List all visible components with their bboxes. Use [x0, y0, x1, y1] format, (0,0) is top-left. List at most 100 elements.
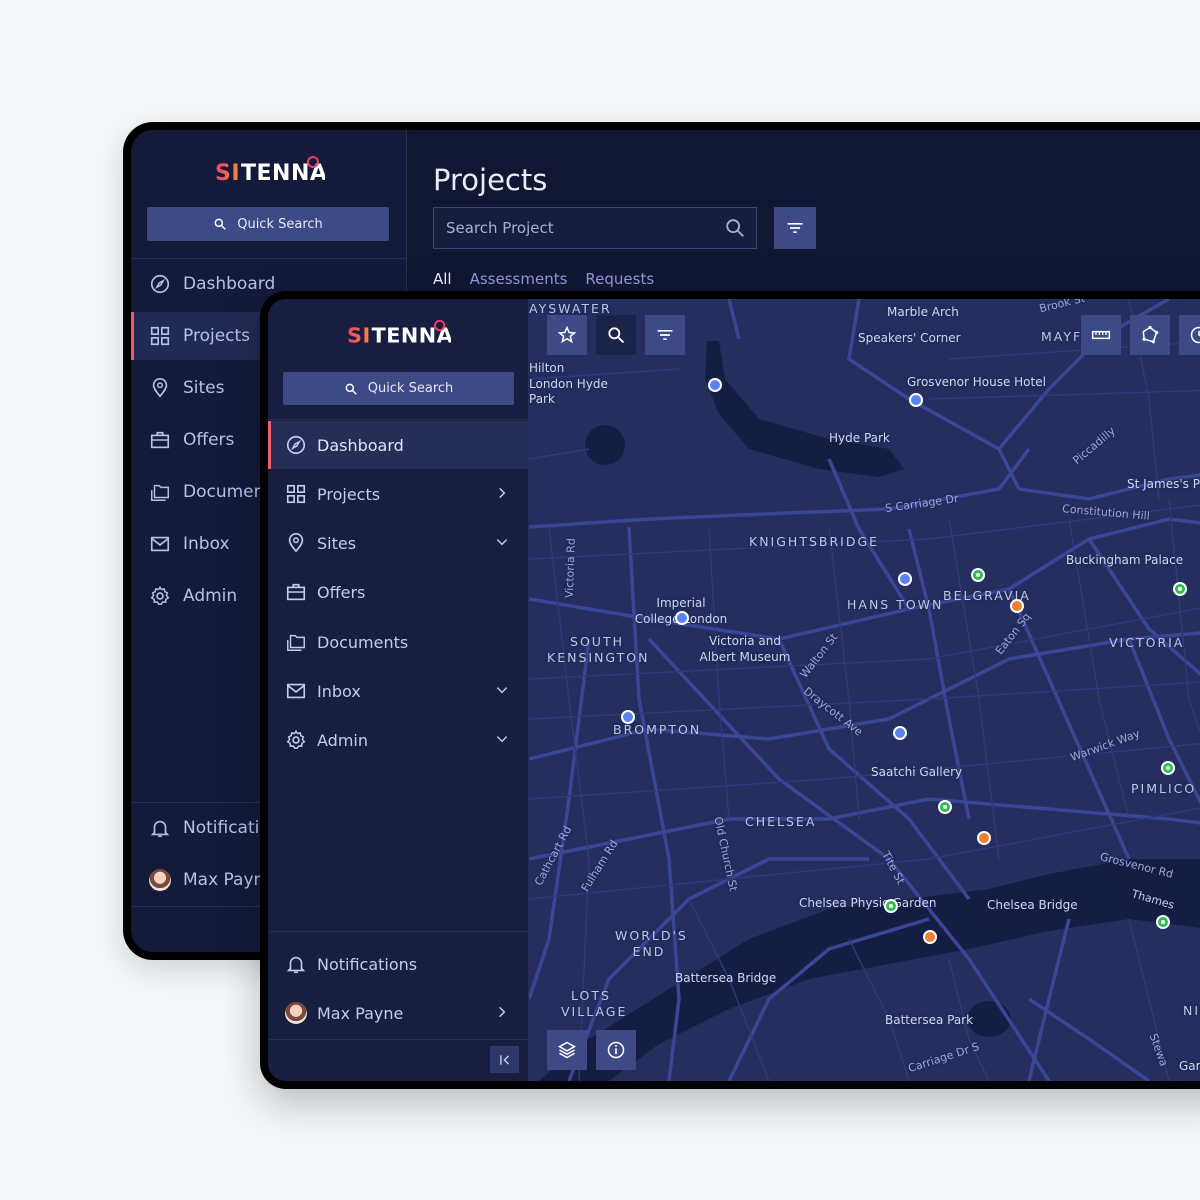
search-icon — [608, 327, 625, 344]
sidebar-item-projects[interactable]: Projects — [268, 470, 529, 518]
sidebar-item-label: Projects — [317, 484, 381, 504]
map-label: HANS TOWN — [847, 597, 944, 612]
map-label: LOTS VILLAGE — [561, 988, 628, 1020]
map-label: SOUTH KENSINGTON — [547, 634, 650, 666]
sidebar-item-label: Offers — [183, 430, 235, 450]
map-pin[interactable] — [971, 568, 985, 582]
map-pin[interactable] — [893, 726, 907, 740]
quick-search-button[interactable]: Quick Search — [283, 372, 514, 405]
folder-icon — [151, 484, 169, 501]
map-label: Battersea Park — [885, 1013, 974, 1027]
draw-polygon-button[interactable] — [1130, 315, 1170, 355]
sidebar-item-documents[interactable]: Documents — [268, 618, 529, 666]
favorite-button[interactable] — [547, 315, 587, 355]
briefcase-icon — [286, 583, 306, 601]
sidebar-item-label: Inbox — [183, 534, 230, 554]
measure-button[interactable] — [1081, 315, 1121, 355]
map-pin[interactable] — [1161, 761, 1175, 775]
map-pin[interactable] — [1156, 915, 1170, 929]
map-pin[interactable] — [675, 611, 689, 625]
map-label: Victoria and Albert Museum — [699, 634, 791, 664]
sidebar-item-label: Projects — [183, 326, 251, 346]
map-label: KNIGHTSBRIDGE — [749, 534, 880, 549]
quick-search-label: Quick Search — [367, 381, 454, 396]
sidebar-item-label: Admin — [183, 586, 238, 606]
bell-icon — [286, 956, 306, 974]
map-pin[interactable] — [884, 899, 898, 913]
layers-button[interactable] — [547, 1030, 587, 1070]
avatar — [149, 869, 171, 891]
folder-icon — [287, 634, 305, 651]
sidebar-item-offers[interactable]: Offers — [268, 568, 529, 616]
sidebar-item-label: Max Payne — [317, 1003, 404, 1023]
sitenna-logo: SI TENNA — [215, 156, 327, 190]
map-view[interactable]: AYSWATER Marble Arch Speakers' Corner MA… — [529, 299, 1200, 1081]
map-label: Chelsea Physic Garden — [799, 896, 937, 910]
map-label: NIN — [1183, 1003, 1200, 1018]
chevron-down-icon — [496, 539, 508, 546]
map-pin[interactable] — [898, 572, 912, 586]
divider — [268, 419, 529, 420]
map-label: Battersea Bridge — [675, 971, 777, 985]
bell-icon — [150, 820, 170, 838]
grid-icon — [150, 326, 170, 346]
sidebar-item-inbox[interactable]: Inbox — [268, 667, 529, 715]
tab-all[interactable]: All — [433, 270, 452, 288]
search-icon — [214, 218, 226, 230]
location-pin-icon — [152, 378, 168, 398]
sidebar-item-dashboard[interactable]: Dashboard — [268, 421, 529, 469]
map-label: PIMLICO — [1131, 781, 1197, 796]
polygon-icon — [1142, 325, 1159, 344]
front-device-frame: SI TENNA Quick Search Dashboard Projects — [260, 291, 1200, 1089]
avatar — [285, 1002, 307, 1024]
search-icon — [345, 383, 357, 395]
clock-icon — [1190, 326, 1200, 344]
map-label: WORLD'S END — [615, 928, 688, 960]
map-search-button[interactable] — [596, 315, 636, 355]
front-sidebar: SI TENNA Quick Search Dashboard Projects — [268, 299, 529, 1081]
tab-bar: All Assessments Requests — [433, 270, 654, 288]
map-filter-button[interactable] — [645, 315, 685, 355]
filter-icon — [787, 223, 803, 233]
chevron-right-icon — [499, 487, 506, 499]
layers-icon — [557, 1041, 577, 1059]
mail-icon — [286, 683, 306, 699]
gear-icon — [150, 585, 170, 605]
map-pin[interactable] — [708, 378, 722, 392]
sidebar-item-label: Admin — [317, 730, 368, 750]
map-pin[interactable] — [1010, 599, 1024, 613]
map-pin[interactable] — [909, 393, 923, 407]
sidebar-item-notifications[interactable]: Notifications — [268, 940, 529, 988]
sidebar-item-admin[interactable]: Admin — [268, 716, 529, 764]
divider — [268, 1039, 529, 1040]
tab-requests[interactable]: Requests — [585, 270, 654, 288]
map-pin[interactable] — [621, 710, 635, 724]
sidebar-item-label: Dashboard — [317, 435, 404, 455]
map-pin[interactable] — [977, 831, 991, 845]
filter-button[interactable] — [774, 207, 816, 249]
sidebar-item-label: Inbox — [317, 681, 361, 701]
tab-assessments[interactable]: Assessments — [470, 270, 568, 288]
search-project-input[interactable]: Search Project — [433, 207, 757, 249]
sidebar-item-sites[interactable]: Sites — [268, 519, 529, 567]
collapse-sidebar-button[interactable] — [490, 1046, 519, 1073]
mail-icon — [150, 536, 170, 552]
filter-icon — [657, 330, 673, 340]
front-screen: SI TENNA Quick Search Dashboard Projects — [268, 299, 1200, 1081]
map-label: Chelsea Bridge — [987, 898, 1078, 912]
map-pin[interactable] — [923, 930, 937, 944]
map-label: VICTORIA — [1109, 635, 1185, 650]
map-label: Speakers' Corner — [858, 331, 961, 345]
quick-search-label: Quick Search — [237, 216, 323, 232]
map-pin[interactable] — [938, 800, 952, 814]
map-label: Victoria Rd — [562, 537, 578, 599]
map-pin[interactable] — [1173, 582, 1187, 596]
map-roads — [529, 299, 1200, 1081]
location-pin-icon — [288, 533, 304, 553]
sidebar-item-profile[interactable]: Max Payne — [268, 989, 529, 1037]
chevron-down-icon — [496, 687, 508, 694]
history-button[interactable] — [1179, 315, 1200, 355]
chevron-right-icon — [499, 1006, 506, 1018]
info-button[interactable] — [596, 1030, 636, 1070]
quick-search-button[interactable]: Quick Search — [147, 207, 389, 241]
